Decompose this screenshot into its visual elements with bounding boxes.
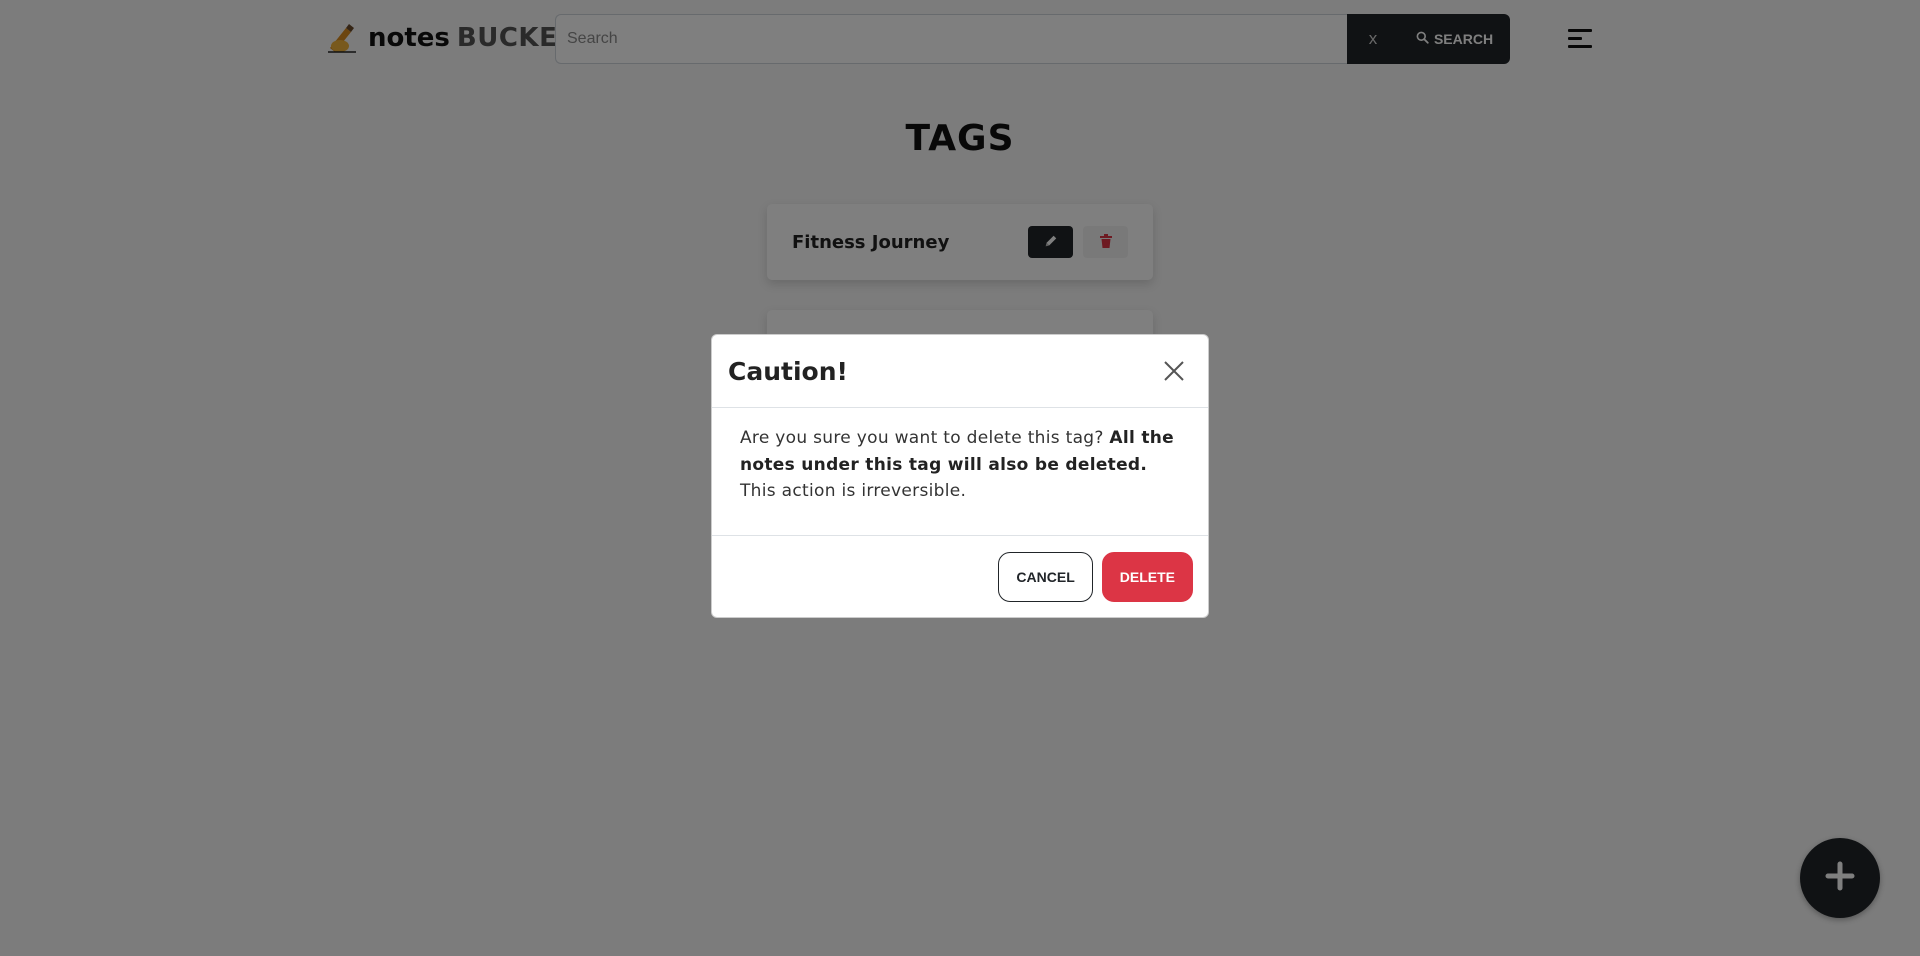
modal-header: Caution! <box>712 335 1208 408</box>
delete-button[interactable]: DELETE <box>1101 552 1193 602</box>
modal-body-text: Are you sure you want to delete this tag… <box>740 428 1110 448</box>
modal-title: Caution! <box>728 356 848 386</box>
modal-body-text-end: This action is irreversible. <box>740 481 967 501</box>
modal-body: Are you sure you want to delete this tag… <box>712 408 1208 536</box>
delete-confirmation-modal: Caution! Are you sure you want to delete… <box>711 334 1209 618</box>
cancel-button[interactable]: CANCEL <box>998 552 1093 602</box>
close-icon[interactable] <box>1161 358 1187 384</box>
modal-footer: CANCEL DELETE <box>712 536 1208 617</box>
